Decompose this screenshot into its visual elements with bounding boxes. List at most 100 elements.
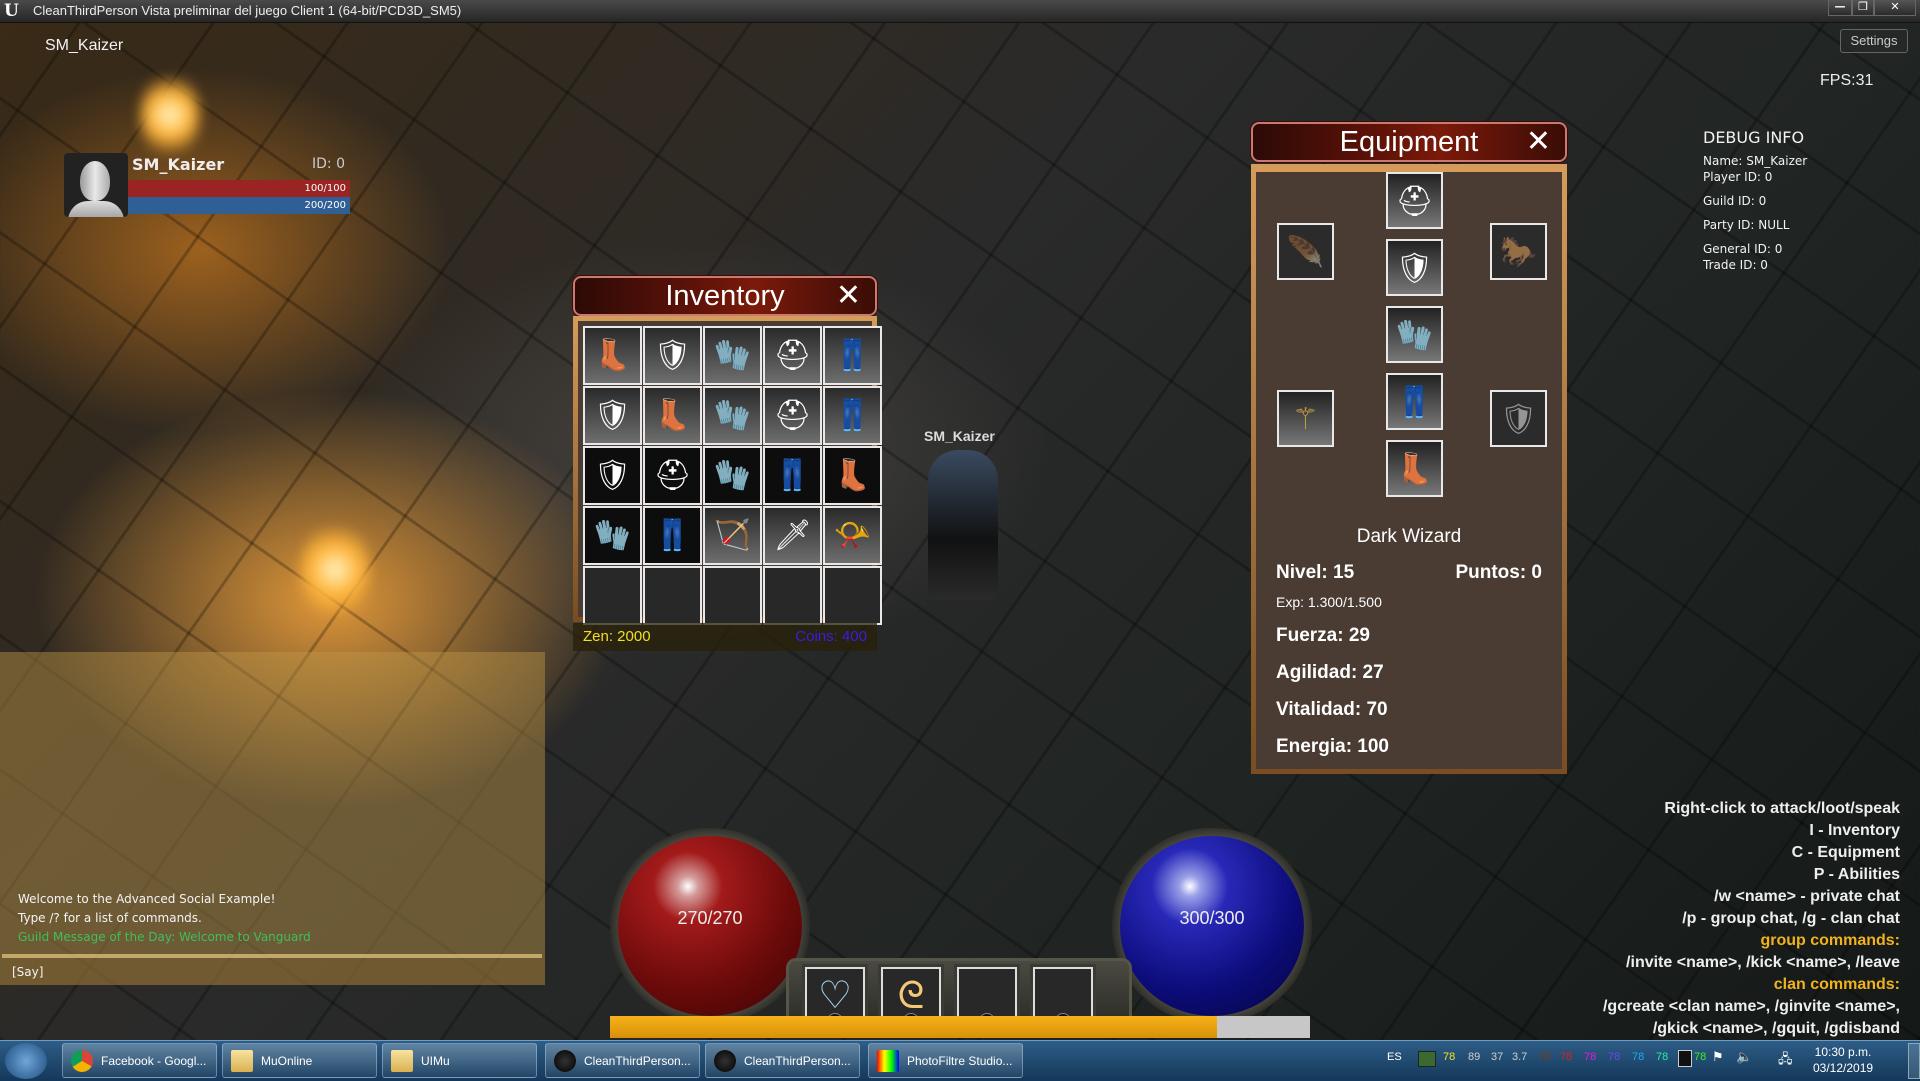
inventory-slot[interactable]: 🧤 xyxy=(703,386,762,445)
taskbar-button-label: UIMu xyxy=(421,1054,450,1068)
inventory-slot[interactable]: 👢 xyxy=(823,446,882,505)
taskbar-button[interactable]: CleanThirdPerson... xyxy=(705,1043,860,1078)
inventory-slot[interactable] xyxy=(583,566,642,625)
inventory-slot[interactable]: 🛡 xyxy=(643,326,702,385)
clock-time: 10:30 p.m. xyxy=(1814,1045,1872,1059)
chat-input[interactable]: [Say] xyxy=(2,960,542,985)
equip-slot-armor[interactable]: 🛡 xyxy=(1386,239,1443,296)
inventory-slot[interactable] xyxy=(763,566,822,625)
inventory-slot[interactable]: 👢 xyxy=(583,326,642,385)
player-character[interactable] xyxy=(928,450,998,600)
stat-points: Puntos: 0 xyxy=(1455,562,1542,583)
inventory-slot[interactable]: 👖 xyxy=(643,506,702,565)
taskbar-button[interactable]: UIMu xyxy=(382,1043,537,1078)
stat-vitality: Vitalidad: 70 xyxy=(1276,699,1388,720)
inventory-slot[interactable]: 👖 xyxy=(823,326,882,385)
inventory-close-icon[interactable]: ✕ xyxy=(836,280,861,312)
zen-amount: Zen: 2000 xyxy=(583,628,651,645)
help-section-heading: clan commands: xyxy=(1773,976,1900,993)
restore-button[interactable]: ❐ xyxy=(1852,0,1874,16)
tray-monitor-value: 78 xyxy=(1560,1051,1573,1063)
inventory-slot[interactable]: ⛑ xyxy=(763,386,822,445)
network-icon[interactable]: 🖧 xyxy=(1778,1050,1793,1072)
equipment-title: Equipment xyxy=(1339,126,1479,158)
taskbar-button[interactable]: MuOnline xyxy=(222,1043,377,1078)
wings-icon: 🪶 xyxy=(1286,235,1325,270)
skill-bar: ♡1ᘓ234 xyxy=(786,958,1132,1029)
chat-message: Type /? for a list of commands. xyxy=(18,911,202,925)
inventory-slot[interactable] xyxy=(703,566,762,625)
minimize-button[interactable]: — xyxy=(1828,0,1852,16)
equip-slot-boots[interactable]: 👢 xyxy=(1386,440,1443,497)
gloves-icon: 🧤 xyxy=(713,458,752,493)
epic-games-icon[interactable] xyxy=(1678,1050,1692,1067)
taskbar-button[interactable]: Facebook - Googl... xyxy=(62,1043,217,1078)
equip-slot-helm[interactable]: ⛑ xyxy=(1386,172,1443,229)
inventory-slot[interactable]: ⛑ xyxy=(763,326,822,385)
volume-icon[interactable]: 🔈 xyxy=(1736,1050,1752,1065)
start-button[interactable] xyxy=(5,1043,47,1079)
mana-bar: 200/200 xyxy=(128,197,350,214)
equip-slot-weapon[interactable]: ⚚ xyxy=(1277,390,1334,447)
tray-monitor-value: 3.7 xyxy=(1512,1051,1528,1063)
settings-button[interactable]: Settings xyxy=(1840,29,1908,53)
tray-monitor-value: 78 xyxy=(1443,1051,1456,1063)
avatar-body-icon xyxy=(68,201,124,217)
equip-slot-gloves[interactable]: 🧤 xyxy=(1386,306,1443,363)
equipment-header[interactable]: Equipment ✕ xyxy=(1251,122,1567,162)
inventory-slot[interactable]: 🧤 xyxy=(703,446,762,505)
helm-icon: ⛑ xyxy=(773,398,812,433)
language-indicator[interactable]: ES xyxy=(1387,1051,1402,1063)
class-name: Dark Wizard xyxy=(1356,526,1462,547)
torch-flame xyxy=(140,70,200,160)
shield-icon: 🛡 xyxy=(1499,402,1538,437)
equip-slot-pet[interactable]: 🐎 xyxy=(1490,223,1547,280)
inventory-slot[interactable]: 👖 xyxy=(823,386,882,445)
taskbar-clock[interactable]: 10:30 p.m. 03/12/2019 xyxy=(1813,1044,1873,1076)
tray-monitor-value: 78 xyxy=(1608,1051,1621,1063)
inventory-slot[interactable]: 🛡 xyxy=(583,386,642,445)
help-line: /gkick <name>, /gquit, /gdisband xyxy=(1652,1020,1900,1037)
chat-message: Welcome to the Advanced Social Example! xyxy=(18,892,276,906)
help-commands-panel: Right-click to attack/loot/speak I - Inve… xyxy=(1603,798,1900,1040)
tray-monitor-value: 78 xyxy=(1694,1051,1707,1063)
gloves-icon: 🧤 xyxy=(713,398,752,433)
close-window-button[interactable]: ✕ xyxy=(1874,0,1916,16)
inventory-slot[interactable] xyxy=(823,566,882,625)
player-frame-name: SM_Kaizer xyxy=(132,155,225,174)
equipment-panel: ⛑ 🪶 🛡 🐎 🧤 👖 ⚚ 🛡 👢 Dark Wizard Nivel: 15 … xyxy=(1251,164,1567,774)
help-line: /invite <name>, /kick <name>, /leave xyxy=(1626,954,1900,971)
inventory-slot[interactable]: 👢 xyxy=(643,386,702,445)
inventory-slot[interactable]: 📯 xyxy=(823,506,882,565)
inventory-slot[interactable]: ⛑ xyxy=(643,446,702,505)
player-avatar[interactable] xyxy=(64,153,128,217)
help-line: /gcreate <clan name>, /ginvite <name>, xyxy=(1602,998,1900,1015)
inventory-slot[interactable]: 🛡 xyxy=(583,446,642,505)
show-desktop-button[interactable] xyxy=(1908,1043,1920,1079)
equip-slot-shield[interactable]: 🛡 xyxy=(1490,390,1547,447)
nvidia-icon[interactable] xyxy=(1418,1051,1436,1067)
health-orb-text: 270/270 xyxy=(677,908,743,928)
inventory-slot[interactable]: 🗡 xyxy=(763,506,822,565)
flag-icon[interactable]: ⚑ xyxy=(1712,1050,1724,1065)
taskbar-button-label: PhotoFiltre Studio... xyxy=(907,1054,1013,1068)
stat-exp: Exp: 1.300/1.500 xyxy=(1276,594,1382,610)
armor-icon: 🛡 xyxy=(1395,251,1434,286)
taskbar-button[interactable]: PhotoFiltre Studio... xyxy=(868,1043,1023,1078)
equipment-close-icon[interactable]: ✕ xyxy=(1526,126,1551,158)
inventory-header[interactable]: Inventory ✕ xyxy=(573,276,877,316)
stat-level: Nivel: 15 xyxy=(1276,562,1355,583)
equip-slot-wings[interactable]: 🪶 xyxy=(1277,223,1334,280)
debug-party-id: Party ID: NULL xyxy=(1703,218,1790,232)
equip-slot-pants[interactable]: 👖 xyxy=(1386,373,1443,430)
inventory-slot[interactable]: 🏹 xyxy=(703,506,762,565)
taskbar-button[interactable]: CleanThirdPerson... xyxy=(545,1043,700,1078)
inventory-slot[interactable]: 🧤 xyxy=(703,326,762,385)
coins-amount: Coins: 400 xyxy=(795,628,867,645)
inventory-slot[interactable]: 👖 xyxy=(763,446,822,505)
tray-monitor-value: 78 xyxy=(1584,1051,1597,1063)
chat-box[interactable]: Welcome to the Advanced Social Example! … xyxy=(0,652,545,985)
help-section-heading: group commands: xyxy=(1760,932,1900,949)
inventory-slot[interactable]: 🧤 xyxy=(583,506,642,565)
inventory-slot[interactable] xyxy=(643,566,702,625)
